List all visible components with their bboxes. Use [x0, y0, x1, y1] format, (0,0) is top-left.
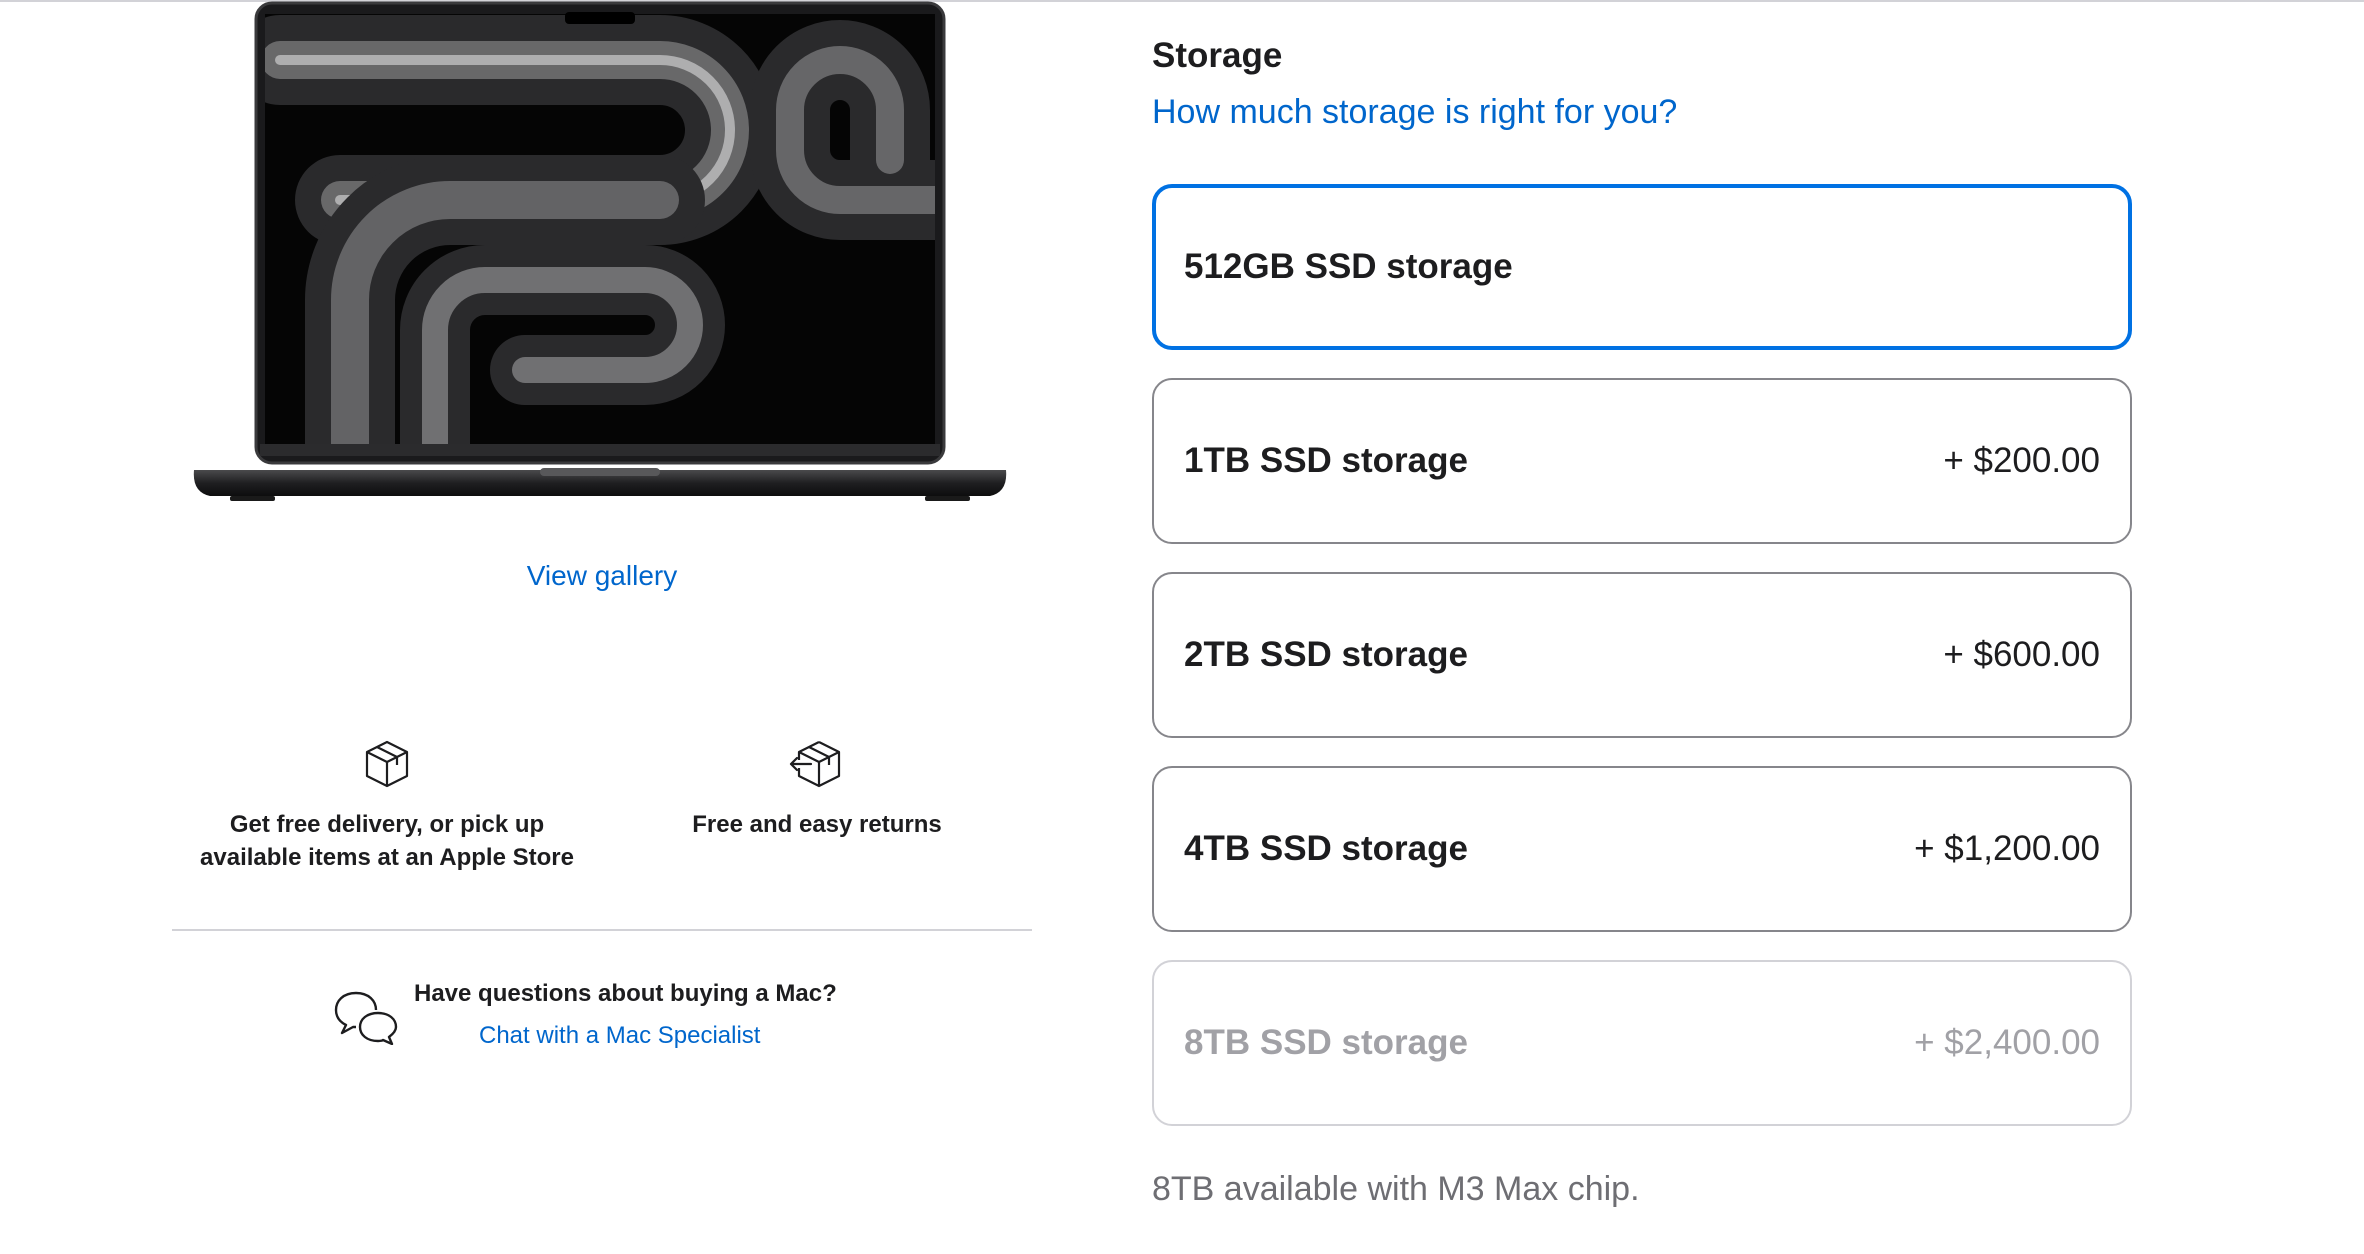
option-price: + $1,200.00 — [1914, 829, 2100, 868]
return-package-icon — [789, 741, 841, 788]
chat-bubbles-icon — [334, 991, 398, 1045]
help-section: Have questions about buying a Mac? Chat … — [334, 980, 854, 1070]
storage-option-2tb[interactable]: 2TB SSD storage + $600.00 — [1152, 572, 2132, 738]
benefit-free-returns: Free and easy returns — [650, 738, 984, 841]
option-price: + $200.00 — [1943, 441, 2100, 480]
divider — [172, 929, 1032, 931]
benefit-free-delivery: Get free delivery, or pick up available … — [180, 738, 594, 874]
option-price: + $2,400.00 — [1914, 1023, 2100, 1062]
macbook-pro-image — [193, 1, 1007, 501]
storage-title: Storage — [1152, 36, 1283, 75]
chat-specialist-link[interactable]: Chat with a Mac Specialist — [479, 1022, 760, 1050]
storage-option-1tb[interactable]: 1TB SSD storage + $200.00 — [1152, 378, 2132, 544]
option-label: 2TB SSD storage — [1184, 635, 1468, 674]
storage-help-link[interactable]: How much storage is right for you? — [1152, 93, 1677, 132]
storage-footnote: 8TB available with M3 Max chip. — [1152, 1170, 1640, 1208]
help-question: Have questions about buying a Mac? — [414, 980, 837, 1007]
package-icon — [365, 740, 409, 788]
storage-options: 512GB SSD storage 1TB SSD storage + $200… — [1152, 184, 2132, 1154]
configurator-page: View gallery Get free delivery, or pick … — [0, 0, 2364, 1254]
option-label: 512GB SSD storage — [1184, 247, 1513, 286]
option-label: 8TB SSD storage — [1184, 1023, 1468, 1062]
storage-option-512gb[interactable]: 512GB SSD storage — [1152, 184, 2132, 350]
option-label: 1TB SSD storage — [1184, 441, 1468, 480]
option-label: 4TB SSD storage — [1184, 829, 1468, 868]
storage-option-8tb: 8TB SSD storage + $2,400.00 — [1152, 960, 2132, 1126]
view-gallery-link[interactable]: View gallery — [420, 560, 784, 592]
benefit-delivery-text: Get free delivery, or pick up available … — [200, 811, 574, 871]
option-price: + $600.00 — [1943, 635, 2100, 674]
benefit-returns-text: Free and easy returns — [692, 811, 942, 838]
storage-option-4tb[interactable]: 4TB SSD storage + $1,200.00 — [1152, 766, 2132, 932]
